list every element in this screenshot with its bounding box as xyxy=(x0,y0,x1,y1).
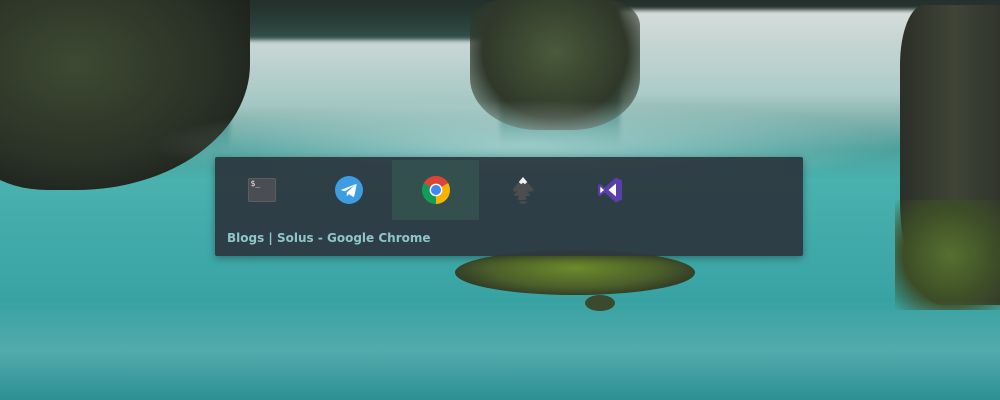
wallpaper-right-moss xyxy=(895,200,1000,310)
terminal-icon: $_ xyxy=(247,178,276,202)
desktop: $_ Blogs | Solus - Google Chrome xyxy=(0,0,1000,400)
wallpaper-small-rock xyxy=(585,295,615,311)
app-row: $_ xyxy=(218,160,653,220)
chrome-icon xyxy=(421,175,451,205)
app-slot-vscode[interactable] xyxy=(566,160,653,220)
wallpaper-water-streak xyxy=(0,300,1000,400)
wallpaper-island xyxy=(455,250,695,295)
window-switcher: $_ Blogs | Solus - Google Chrome xyxy=(215,157,803,256)
app-slot-inkscape[interactable] xyxy=(479,160,566,220)
inkscape-icon xyxy=(508,175,538,205)
app-slot-chrome[interactable] xyxy=(392,160,479,220)
terminal-glyph: $_ xyxy=(250,179,261,188)
vscode-icon xyxy=(595,175,625,205)
selected-window-title: Blogs | Solus - Google Chrome xyxy=(227,231,431,245)
app-slot-terminal[interactable]: $_ xyxy=(218,160,305,220)
app-slot-telegram[interactable] xyxy=(305,160,392,220)
telegram-icon xyxy=(334,175,364,205)
